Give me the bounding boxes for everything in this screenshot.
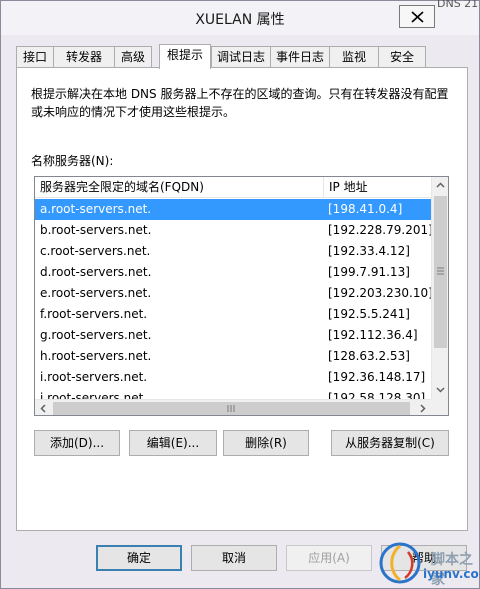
- add-button[interactable]: 添加(D)...: [34, 430, 120, 456]
- tab-debug-logging[interactable]: 调试日志: [211, 46, 271, 68]
- scroll-down-button[interactable]: [432, 381, 448, 398]
- title-bar[interactable]: XUELAN 属性 DNS 21 根: [1, 0, 480, 35]
- table-row[interactable]: e.root-servers.net. [192.203.230.10]: [35, 283, 431, 304]
- row-ip: [198.41.0.4]: [328, 202, 403, 216]
- horizontal-scroll-thumb[interactable]: [53, 402, 410, 415]
- table-row[interactable]: f.root-servers.net. [192.5.5.241]: [35, 304, 431, 325]
- table-row[interactable]: g.root-servers.net. [192.112.36.4]: [35, 325, 431, 346]
- vertical-scrollbar[interactable]: [431, 177, 448, 399]
- tab-forwarders[interactable]: 转发器: [53, 46, 115, 68]
- row-ip: [192.33.4.12]: [328, 244, 410, 258]
- properties-dialog: XUELAN 属性 DNS 21 根 接口 转发器 高级 根提示 调试日志 事件…: [0, 0, 480, 589]
- row-ip: [128.63.2.53]: [328, 349, 410, 363]
- row-fqdn: j.root-servers.net.: [40, 391, 148, 399]
- tab-root-hints[interactable]: 根提示: [159, 44, 211, 69]
- background-window-text: DNS 21 根: [437, 0, 480, 10]
- horizontal-scrollbar[interactable]: [35, 399, 431, 415]
- tab-interfaces[interactable]: 接口: [16, 46, 54, 68]
- watermark-text-secondary: iyunv.com: [423, 567, 480, 581]
- name-servers-list[interactable]: 服务器完全限定的域名(FQDN) IP 地址 a.root-servers.ne…: [34, 176, 449, 416]
- column-header-ip[interactable]: IP 地址: [324, 177, 431, 198]
- chevron-left-icon: [40, 404, 46, 413]
- tab-strip: 接口 转发器 高级 根提示 调试日志 事件日志 监视 安全: [16, 44, 466, 69]
- row-fqdn: i.root-servers.net.: [40, 370, 148, 384]
- chevron-up-icon: [436, 182, 445, 188]
- watermark-logo-icon: [379, 542, 421, 584]
- column-header-fqdn[interactable]: 服务器完全限定的域名(FQDN): [35, 177, 324, 198]
- row-ip: [192.58.128.30]: [328, 391, 426, 399]
- chevron-down-icon: [436, 387, 445, 393]
- copy-from-server-button[interactable]: 从服务器复制(C): [331, 430, 449, 456]
- watermark: 脚本之家 iyunv.com: [371, 539, 480, 588]
- table-row[interactable]: a.root-servers.net. [198.41.0.4]: [35, 199, 431, 220]
- row-ip: [199.7.91.13]: [328, 265, 410, 279]
- close-button[interactable]: [399, 5, 435, 28]
- chevron-right-icon: [420, 404, 426, 413]
- grip-icon: [227, 405, 235, 412]
- scroll-up-button[interactable]: [432, 177, 448, 194]
- row-ip: [192.5.5.241]: [328, 307, 410, 321]
- row-fqdn: g.root-servers.net.: [40, 328, 152, 342]
- row-fqdn: e.root-servers.net.: [40, 286, 152, 300]
- list-body: a.root-servers.net. [198.41.0.4] b.root-…: [35, 199, 431, 399]
- table-row[interactable]: d.root-servers.net. [199.7.91.13]: [35, 262, 431, 283]
- vertical-scroll-thumb[interactable]: [434, 196, 447, 348]
- tab-security[interactable]: 安全: [378, 46, 426, 68]
- table-row[interactable]: i.root-servers.net. [192.36.148.17]: [35, 367, 431, 388]
- row-fqdn: h.root-servers.net.: [40, 349, 152, 363]
- edit-button[interactable]: 编辑(E)...: [129, 430, 217, 456]
- row-fqdn: c.root-servers.net.: [40, 244, 151, 258]
- name-servers-label: 名称服务器(N):: [31, 154, 114, 168]
- ok-button[interactable]: 确定: [96, 545, 182, 571]
- row-ip: [192.36.148.17]: [328, 370, 426, 384]
- tab-event-logging[interactable]: 事件日志: [270, 46, 330, 68]
- close-icon: [411, 11, 424, 23]
- table-row[interactable]: j.root-servers.net. [192.58.128.30]: [35, 388, 431, 399]
- row-fqdn: b.root-servers.net.: [40, 223, 152, 237]
- list-header: 服务器完全限定的域名(FQDN) IP 地址: [35, 177, 431, 198]
- scroll-left-button[interactable]: [35, 400, 52, 415]
- description-text: 根提示解决在本地 DNS 服务器上不存在的区域的查询。只有在转发器没有配置或未响…: [31, 87, 449, 119]
- apply-button[interactable]: 应用(A): [286, 545, 372, 571]
- scrollbar-corner: [431, 399, 448, 415]
- remove-button[interactable]: 删除(R): [223, 430, 309, 456]
- row-fqdn: f.root-servers.net.: [40, 307, 148, 321]
- tab-monitoring[interactable]: 监视: [329, 46, 379, 68]
- row-ip: [192.228.79.201]: [328, 223, 431, 237]
- grip-icon: [437, 267, 444, 275]
- row-ip: [192.203.230.10]: [328, 286, 431, 300]
- table-row[interactable]: c.root-servers.net. [192.33.4.12]: [35, 241, 431, 262]
- table-row[interactable]: h.root-servers.net. [128.63.2.53]: [35, 346, 431, 367]
- root-hints-panel: 根提示解决在本地 DNS 服务器上不存在的区域的查询。只有在转发器没有配置或未响…: [16, 67, 468, 531]
- scroll-right-button[interactable]: [414, 400, 431, 415]
- row-fqdn: a.root-servers.net.: [40, 202, 152, 216]
- row-fqdn: d.root-servers.net.: [40, 265, 152, 279]
- row-ip: [192.112.36.4]: [328, 328, 418, 342]
- cancel-button[interactable]: 取消: [191, 545, 277, 571]
- table-row[interactable]: b.root-servers.net. [192.228.79.201]: [35, 220, 431, 241]
- tab-advanced[interactable]: 高级: [114, 46, 152, 68]
